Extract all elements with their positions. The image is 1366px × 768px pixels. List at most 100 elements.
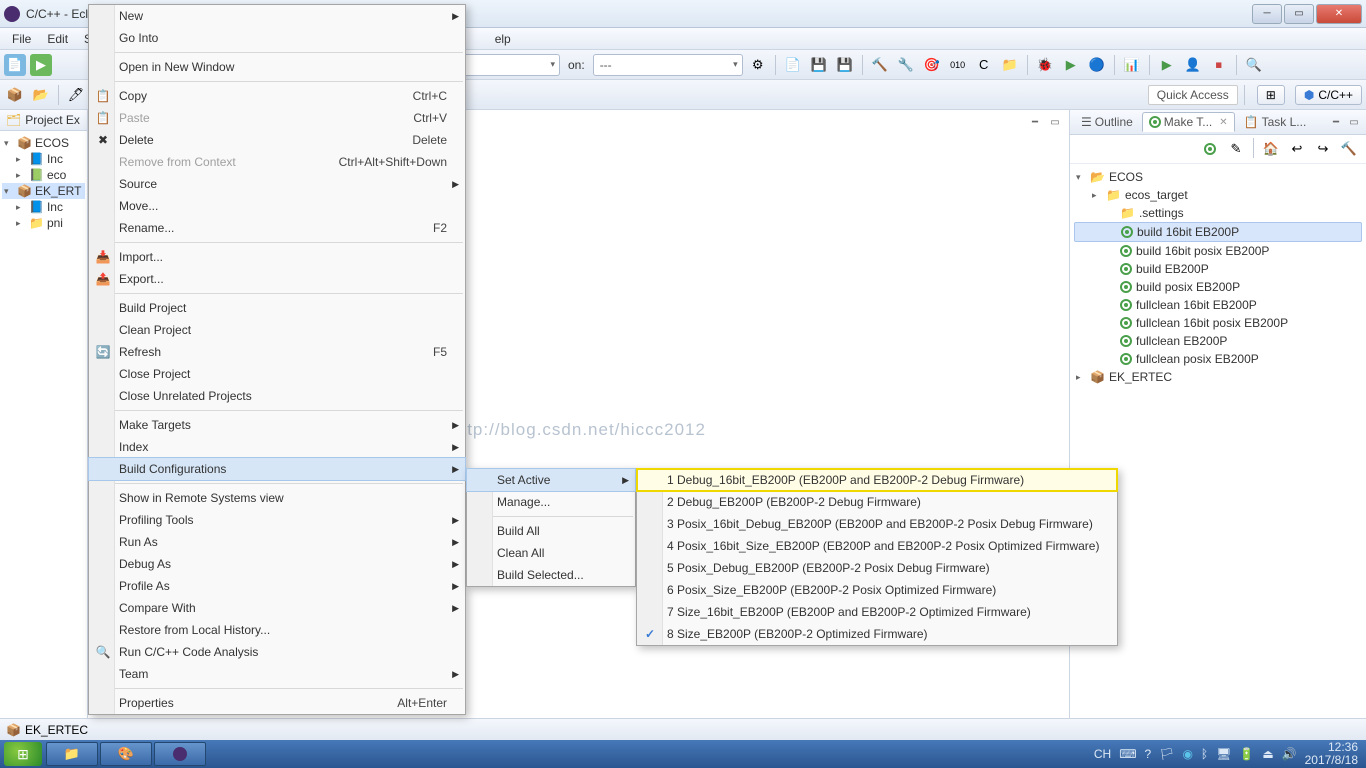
make-target-item[interactable]: ▸📁ecos_target [1074, 186, 1362, 204]
tray-bluetooth-icon[interactable]: ᛒ [1201, 747, 1208, 761]
menu-item[interactable]: Profile As▶ [89, 575, 465, 597]
tab-make-target[interactable]: Make T...✕ [1142, 112, 1235, 132]
new-class-icon[interactable]: C [973, 54, 995, 76]
tray-keyboard-icon[interactable]: ⌨ [1119, 747, 1136, 761]
make-target-item[interactable]: build 16bit EB200P [1074, 222, 1362, 242]
start-button[interactable]: ⊞ [4, 742, 42, 766]
close-button[interactable]: ✕ [1316, 4, 1362, 24]
tree-item[interactable]: ▾📦EK_ERT [2, 183, 85, 199]
editor-minimize-icon[interactable]: ━ [1027, 114, 1043, 130]
task-paint[interactable]: 🎨 [100, 742, 152, 766]
quick-access-input[interactable]: Quick Access [1148, 85, 1238, 105]
config-item[interactable]: 1 Debug_16bit_EB200P (EB200P and EB200P-… [637, 469, 1117, 491]
menu-item[interactable]: Go Into [89, 27, 465, 49]
menu-item[interactable]: Compare With▶ [89, 597, 465, 619]
profile-icon[interactable]: 👤 [1182, 54, 1204, 76]
menu-item[interactable]: Source▶ [89, 173, 465, 195]
make-target-item[interactable]: fullclean posix EB200P [1074, 350, 1362, 368]
menu-item[interactable]: Open in New Window [89, 56, 465, 78]
run-button[interactable]: ▶ [30, 54, 52, 76]
coverage-icon[interactable]: 🔵 [1086, 54, 1108, 76]
new-folder-icon[interactable]: 📁 [999, 54, 1021, 76]
taskbar-clock[interactable]: 12:36 2017/8/18 [1305, 741, 1358, 767]
menu-item[interactable]: Set Active▶ [466, 468, 636, 492]
menu-item[interactable]: Rename...F2 [89, 217, 465, 239]
menu-item[interactable]: 📋CopyCtrl+C [89, 85, 465, 107]
tree-item[interactable]: ▸📘Inc [2, 199, 85, 215]
panel-minimize-icon[interactable]: ━ [1328, 114, 1344, 130]
menu-item[interactable]: Index▶ [89, 436, 465, 458]
editor-maximize-icon[interactable]: ▭ [1047, 114, 1063, 130]
task-explorer[interactable]: 📁 [46, 742, 98, 766]
make-target-item[interactable]: 📁.settings [1074, 204, 1362, 222]
tray-flag-icon[interactable]: 🏳 [1159, 747, 1174, 761]
external-run-icon[interactable]: ▶ [1156, 54, 1178, 76]
tree-item[interactable]: ▸📗eco [2, 167, 85, 183]
new-project-icon[interactable]: 📦 [4, 84, 26, 106]
config-item[interactable]: 6 Posix_Size_EB200P (EB200P-2 Posix Opti… [637, 579, 1117, 601]
config-item[interactable]: 2 Debug_EB200P (EB200P-2 Debug Firmware) [637, 491, 1117, 513]
back-icon[interactable]: ↩ [1286, 138, 1308, 160]
menu-item[interactable]: Debug As▶ [89, 553, 465, 575]
menu-item[interactable]: Run As▶ [89, 531, 465, 553]
menu-edit[interactable]: Edit [39, 30, 76, 48]
menu-item[interactable]: Manage... [467, 491, 635, 513]
profiler-icon[interactable]: 📊 [1121, 54, 1143, 76]
open-perspective-button[interactable]: ⊞ [1257, 85, 1285, 105]
maximize-button[interactable]: ▭ [1284, 4, 1314, 24]
make-target-item[interactable]: build posix EB200P [1074, 278, 1362, 296]
tree-item[interactable]: ▸📁pni [2, 215, 85, 231]
make-target-item[interactable]: fullclean 16bit posix EB200P [1074, 314, 1362, 332]
menu-item[interactable]: Team▶ [89, 663, 465, 685]
tray-eject-icon[interactable]: ⏏ [1262, 747, 1273, 761]
menu-item[interactable]: 📤Export... [89, 268, 465, 290]
forward-icon[interactable]: ↪ [1312, 138, 1334, 160]
menu-item[interactable]: New▶ [89, 5, 465, 27]
binary-icon[interactable]: 010 [947, 54, 969, 76]
cpp-perspective-button[interactable]: ⬢C/C++ [1295, 85, 1362, 105]
build-target-icon[interactable]: 🎯 [921, 54, 943, 76]
menu-item[interactable]: 🔍Run C/C++ Code Analysis [89, 641, 465, 663]
save-all-icon[interactable]: 💾 [834, 54, 856, 76]
menu-item[interactable]: Show in Remote Systems view [89, 487, 465, 509]
menu-item[interactable]: Build Project [89, 297, 465, 319]
input-lang[interactable]: CH [1094, 747, 1111, 761]
panel-maximize-icon[interactable]: ▭ [1346, 114, 1362, 130]
menu-item[interactable]: 📥Import... [89, 246, 465, 268]
menu-item[interactable]: ✖DeleteDelete [89, 129, 465, 151]
config-item[interactable]: 4 Posix_16bit_Size_EB200P (EB200P and EB… [637, 535, 1117, 557]
tray-help-icon[interactable]: ? [1145, 747, 1152, 761]
config-combo[interactable] [450, 54, 560, 76]
menu-file[interactable]: File [4, 30, 39, 48]
make-target-item[interactable]: ▸📦EK_ERTEC [1074, 368, 1362, 386]
menu-item[interactable]: Make Targets▶ [89, 414, 465, 436]
tray-network-icon[interactable]: 🖥 [1216, 747, 1231, 761]
task-eclipse[interactable] [154, 742, 206, 766]
make-target-item[interactable]: fullclean EB200P [1074, 332, 1362, 350]
menu-item[interactable]: Profiling Tools▶ [89, 509, 465, 531]
menu-item[interactable]: 🔄RefreshF5 [89, 341, 465, 363]
tree-item[interactable]: ▸📘Inc [2, 151, 85, 167]
menu-item[interactable]: Close Unrelated Projects [89, 385, 465, 407]
config-item[interactable]: 3 Posix_16bit_Debug_EB200P (EB200P and E… [637, 513, 1117, 535]
tab-outline[interactable]: ☰Outline [1074, 112, 1140, 132]
tree-item[interactable]: ▾📦ECOS [2, 135, 85, 151]
minimize-button[interactable]: ─ [1252, 4, 1282, 24]
menu-item[interactable]: Clean All [467, 542, 635, 564]
edit-target-icon[interactable]: ✎ [1225, 138, 1247, 160]
build-all-icon[interactable]: 🔧 [895, 54, 917, 76]
open-folder-icon[interactable]: 📂 [30, 84, 52, 106]
menu-item[interactable]: Move... [89, 195, 465, 217]
run-launch-icon[interactable]: ▶ [1060, 54, 1082, 76]
gear-icon[interactable]: ⚙ [747, 54, 769, 76]
new-file-icon[interactable]: 📄 [782, 54, 804, 76]
make-target-item[interactable]: ▾📂ECOS [1074, 168, 1362, 186]
build-target-tb-icon[interactable]: 🔨 [1338, 138, 1360, 160]
target-combo[interactable]: --- [593, 54, 743, 76]
make-target-item[interactable]: build EB200P [1074, 260, 1362, 278]
add-target-icon[interactable] [1199, 138, 1221, 160]
config-item[interactable]: 7 Size_16bit_EB200P (EB200P and EB200P-2… [637, 601, 1117, 623]
menu-item[interactable]: PropertiesAlt+Enter [89, 692, 465, 714]
tray-battery-icon[interactable]: 🔋 [1239, 747, 1254, 761]
menu-item[interactable]: Build Configurations▶ [88, 457, 466, 481]
